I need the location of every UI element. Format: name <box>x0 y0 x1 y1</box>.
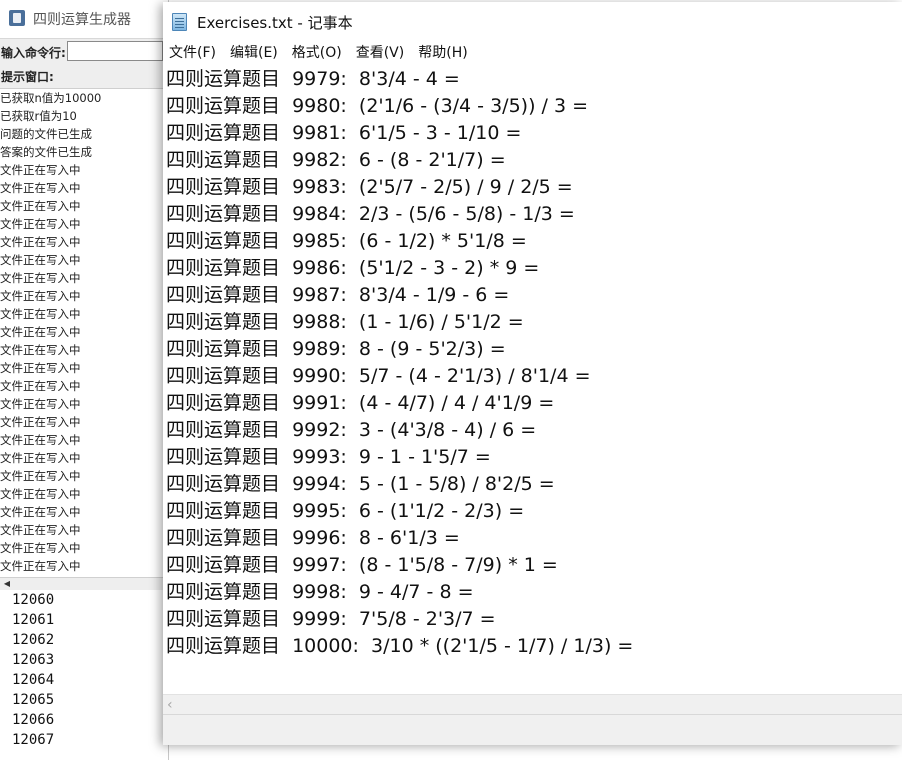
log-line: 文件正在写入中 <box>0 415 81 429</box>
exercise-line: 四则运算题目 10000: 3/10 * ((2'1/5 - 1/7) / 1/… <box>166 635 634 657</box>
exercise-line: 四则运算题目 9989: 8 - (9 - 5'2/3) = <box>166 338 506 360</box>
log-line: 文件正在写入中 <box>0 505 81 519</box>
number-line: 12063 <box>12 652 55 668</box>
log-line: 问题的文件已生成 <box>0 127 92 141</box>
menu-format[interactable]: 格式(O) <box>285 40 349 66</box>
log-line: 已获取n值为10000 <box>0 91 102 105</box>
exercise-line: 四则运算题目 9980: (2'1/6 - (3/4 - 3/5)) / 3 = <box>166 95 589 117</box>
notepad-window: Exercises.txt - 记事本 文件(F) 编辑(E) 格式(O) 查看… <box>163 2 902 745</box>
scroll-left-arrow-icon[interactable]: ◀ <box>0 578 14 590</box>
exercise-line: 四则运算题目 9997: (8 - 1'5/8 - 7/9) * 1 = <box>166 554 558 576</box>
log-line: 文件正在写入中 <box>0 199 81 213</box>
log-line: 文件正在写入中 <box>0 307 81 321</box>
number-line: 12062 <box>12 632 55 648</box>
notepad-window-title: Exercises.txt - 记事本 <box>197 14 353 32</box>
log-line: 文件正在写入中 <box>0 559 81 573</box>
scroll-left-chevron-icon[interactable]: ‹ <box>167 697 173 713</box>
exercise-line: 四则运算题目 9983: (2'5/7 - 2/5) / 9 / 2/5 = <box>166 176 573 198</box>
exercise-line: 四则运算题目 9993: 9 - 1 - 1'5/7 = <box>166 446 491 468</box>
log-line: 文件正在写入中 <box>0 523 81 537</box>
exercise-line: 四则运算题目 9982: 6 - (8 - 2'1/7) = <box>166 149 506 171</box>
log-line: 文件正在写入中 <box>0 487 81 501</box>
notepad-text-area[interactable]: 四则运算题目 9979: 8'3/4 - 4 = 四则运算题目 9980: (2'… <box>163 66 902 694</box>
log-line: 文件正在写入中 <box>0 325 81 339</box>
notepad-status-bar <box>163 714 902 745</box>
exercise-line: 四则运算题目 9992: 3 - (4'3/8 - 4) / 6 = <box>166 419 537 441</box>
notepad-menu-bar: 文件(F) 编辑(E) 格式(O) 查看(V) 帮助(H) <box>163 40 902 66</box>
log-line: 答案的文件已生成 <box>0 145 92 159</box>
log-line: 文件正在写入中 <box>0 541 81 555</box>
exercise-line: 四则运算题目 9998: 9 - 4/7 - 8 = <box>166 581 474 603</box>
exercise-line: 四则运算题目 9984: 2/3 - (5/6 - 5/8) - 1/3 = <box>166 203 575 225</box>
exercise-line: 四则运算题目 9990: 5/7 - (4 - 2'1/3) / 8'1/4 = <box>166 365 591 387</box>
notepad-title-bar[interactable]: Exercises.txt - 记事本 <box>163 2 902 40</box>
exercise-line: 四则运算题目 9979: 8'3/4 - 4 = <box>166 68 460 90</box>
command-input[interactable] <box>67 41 163 61</box>
log-line: 文件正在写入中 <box>0 289 81 303</box>
exercise-line: 四则运算题目 9986: (5'1/2 - 3 - 2) * 9 = <box>166 257 540 279</box>
log-line: 文件正在写入中 <box>0 217 81 231</box>
generator-app-window: 四则运算生成器 输入命令行: 提示窗口: 已获取n值为10000 已获取r值为10… <box>0 0 169 760</box>
log-line: 文件正在写入中 <box>0 235 81 249</box>
number-line: 12066 <box>12 712 55 728</box>
number-line: 12060 <box>12 592 55 608</box>
exercise-line: 四则运算题目 9995: 6 - (1'1/2 - 2/3) = <box>166 500 525 522</box>
command-label: 输入命令行: <box>1 46 66 60</box>
hint-log-area[interactable]: 已获取n值为10000 已获取r值为10 问题的文件已生成 答案的文件已生成 文件正在写… <box>0 89 168 577</box>
log-line: 文件正在写入中 <box>0 271 81 285</box>
log-line: 文件正在写入中 <box>0 469 81 483</box>
notepad-horizontal-scrollbar[interactable]: ‹ <box>163 694 902 715</box>
log-horizontal-scrollbar[interactable]: ◀ <box>0 577 168 591</box>
exercise-line: 四则运算题目 9991: (4 - 4/7) / 4 / 4'1/9 = <box>166 392 555 414</box>
log-line: 文件正在写入中 <box>0 343 81 357</box>
number-line: 12065 <box>12 692 55 708</box>
menu-help[interactable]: 帮助(H) <box>411 40 474 66</box>
hint-row: 提示窗口: <box>0 64 168 89</box>
log-line: 已获取r值为10 <box>0 109 77 123</box>
log-line: 文件正在写入中 <box>0 379 81 393</box>
exercise-line: 四则运算题目 9987: 8'3/4 - 1/9 - 6 = <box>166 284 510 306</box>
exercise-line: 四则运算题目 9996: 8 - 6'1/3 = <box>166 527 460 549</box>
number-line: 12067 <box>12 732 55 748</box>
notepad-icon <box>172 13 187 31</box>
exercise-line: 四则运算题目 9981: 6'1/5 - 3 - 1/10 = <box>166 122 522 144</box>
exercise-line: 四则运算题目 9994: 5 - (1 - 5/8) / 8'2/5 = <box>166 473 555 495</box>
command-row: 输入命令行: <box>0 38 168 65</box>
number-output-area[interactable]: 12060 12061 12062 12063 12064 12065 12066 12067 <box>0 590 168 760</box>
log-line: 文件正在写入中 <box>0 181 81 195</box>
generator-window-title: 四则运算生成器 <box>33 12 131 28</box>
number-line: 12061 <box>12 612 55 628</box>
number-line: 12064 <box>12 672 55 688</box>
generator-title-bar[interactable]: 四则运算生成器 <box>0 0 168 38</box>
log-line: 文件正在写入中 <box>0 451 81 465</box>
log-line: 文件正在写入中 <box>0 253 81 267</box>
menu-edit[interactable]: 编辑(E) <box>223 40 285 66</box>
exercise-line: 四则运算题目 9988: (1 - 1/6) / 5'1/2 = <box>166 311 524 333</box>
exercise-line: 四则运算题目 9985: (6 - 1/2) * 5'1/8 = <box>166 230 527 252</box>
log-line: 文件正在写入中 <box>0 433 81 447</box>
hint-window-label: 提示窗口: <box>1 70 54 84</box>
log-line: 文件正在写入中 <box>0 397 81 411</box>
exercise-line: 四则运算题目 9999: 7'5/8 - 2'3/7 = <box>166 608 496 630</box>
log-line: 文件正在写入中 <box>0 163 81 177</box>
menu-view[interactable]: 查看(V) <box>349 40 412 66</box>
log-line: 文件正在写入中 <box>0 361 81 375</box>
java-app-icon <box>9 10 25 26</box>
menu-file[interactable]: 文件(F) <box>163 40 223 66</box>
